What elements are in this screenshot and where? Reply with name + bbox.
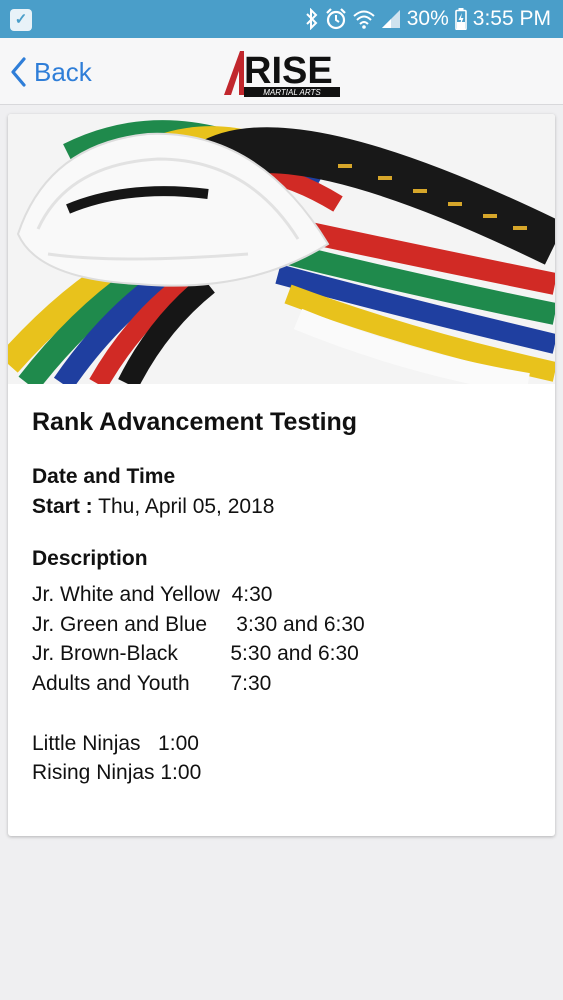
status-right: 30% 3:55 PM [305, 0, 551, 38]
event-card: Rank Advancement Testing Date and Time S… [8, 114, 555, 836]
wifi-icon [353, 10, 375, 29]
description-line: Adults and Youth 7:30 [32, 672, 272, 696]
date-section-label: Date and Time [32, 465, 176, 488]
description-line: Jr. White and Yellow 4:30 [32, 583, 273, 606]
logo-subtext: MARTIAL ARTS [263, 88, 321, 97]
status-bar: ✓ 30% 3:55 PM [0, 0, 563, 38]
description-text: Jr. White and Yellow 4:30 Jr. Green and … [32, 580, 532, 788]
start-label: Start : [32, 495, 93, 518]
battery-percent: 30% [406, 7, 449, 30]
start-value: Thu, April 05, 2018 [98, 495, 275, 518]
description-line: Little Ninjas 1:00 [32, 731, 199, 755]
description-line: Jr. Green and Blue 3:30 and 6:30 [32, 612, 365, 636]
signal-icon [381, 10, 400, 28]
event-title: Rank Advancement Testing [32, 408, 358, 436]
chevron-left-icon [11, 57, 26, 87]
nav-bar: Back RISE MARTIAL ARTS [0, 38, 563, 105]
alarm-icon [325, 8, 346, 30]
bluetooth-icon [306, 8, 318, 30]
clock-time: 3:55 PM [472, 7, 551, 30]
start-line: Start : Thu, April 05, 2018 [32, 492, 532, 522]
description-line: Jr. Brown-Black 5:30 and 6:30 [32, 642, 359, 666]
logo-text: RISE [244, 50, 333, 92]
battery-icon [454, 8, 467, 30]
belts-hero-image [8, 114, 555, 384]
event-details: Rank Advancement Testing Date and Time S… [32, 404, 532, 788]
description-line: Rising Ninjas 1:00 [32, 761, 202, 785]
back-label: Back [34, 56, 92, 87]
check-notification-icon: ✓ [10, 9, 32, 31]
description-label: Description [32, 547, 148, 570]
back-button[interactable]: Back [10, 52, 92, 92]
rise-logo: RISE MARTIAL ARTS [224, 50, 340, 97]
description-line [32, 699, 532, 729]
